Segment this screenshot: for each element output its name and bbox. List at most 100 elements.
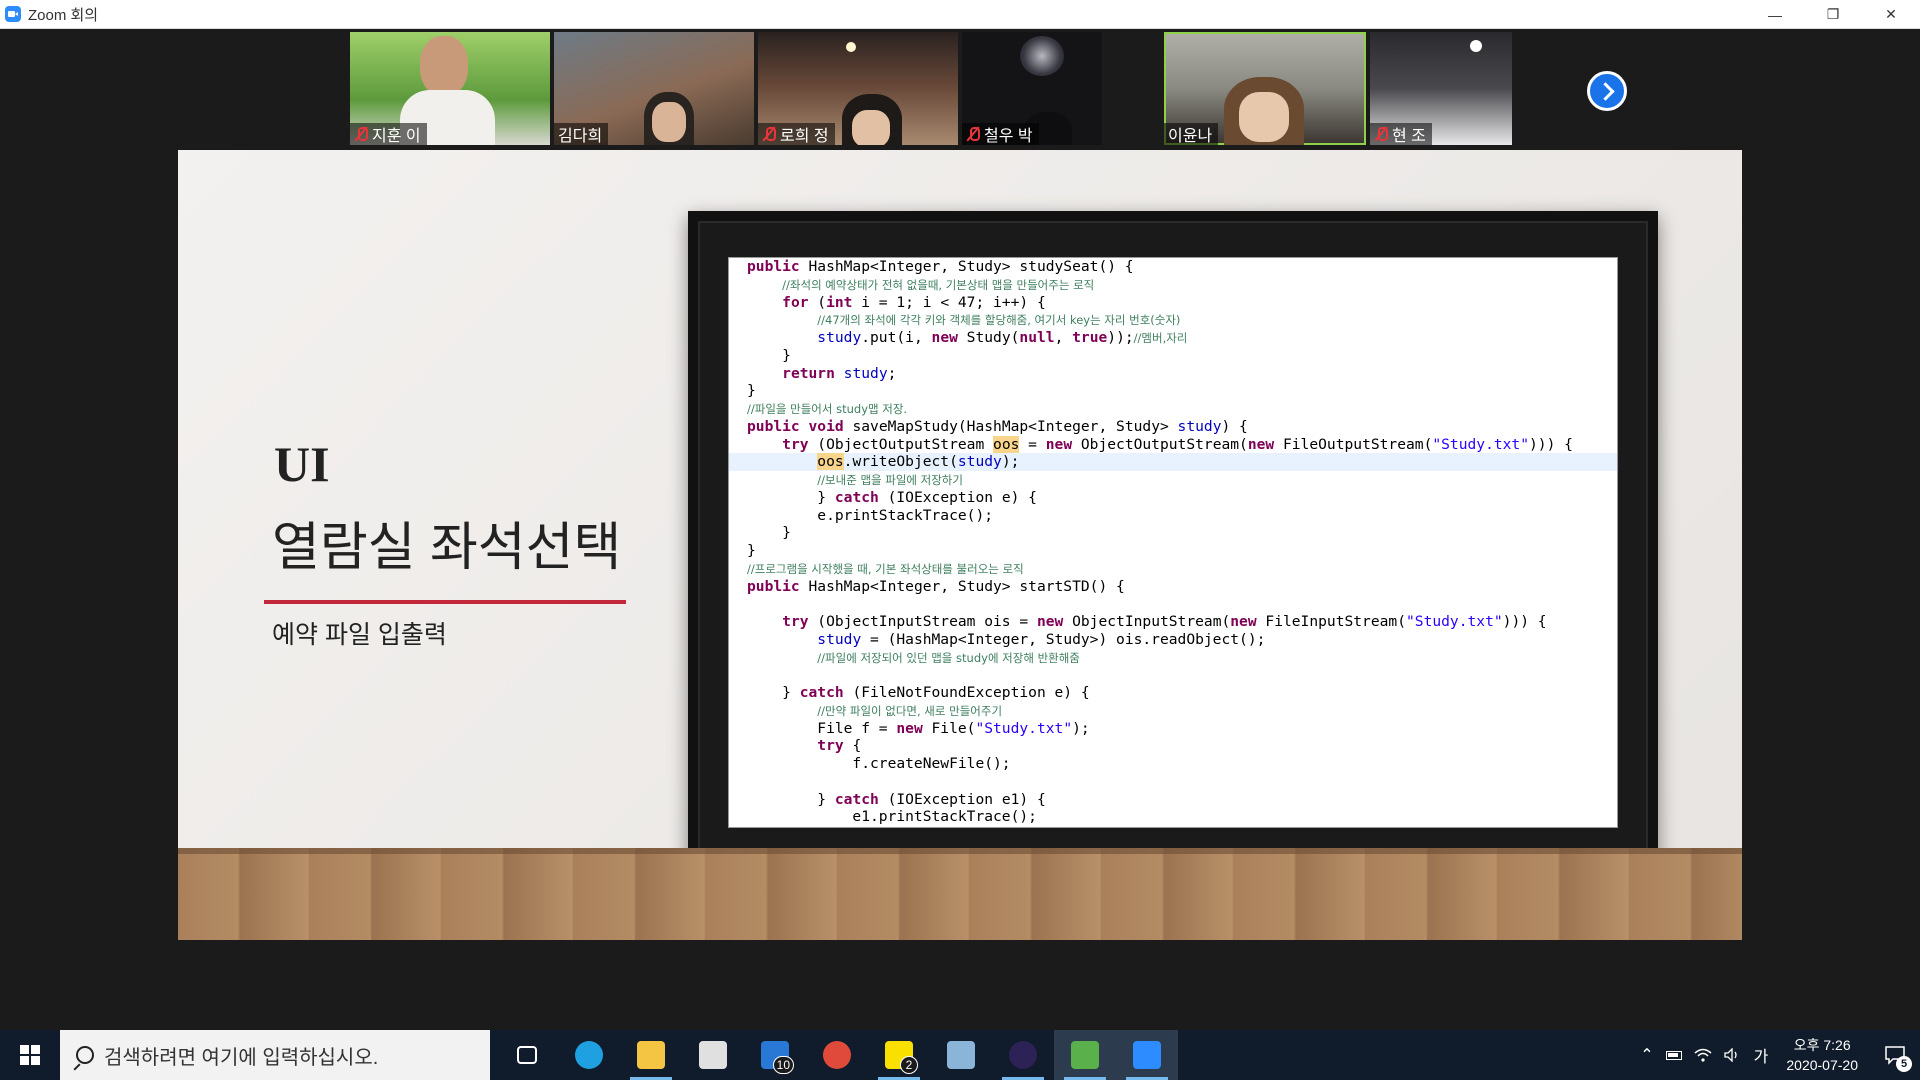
- slide-title: UI: [274, 436, 330, 492]
- notification-count-badge: 5: [1896, 1056, 1912, 1072]
- mail-taskbar-button[interactable]: 10: [744, 1030, 806, 1080]
- edge-taskbar-button[interactable]: [558, 1030, 620, 1080]
- code-line: //만약 파일이 없다면, 새로 만들어주기: [817, 703, 1003, 718]
- unread-count-badge: 2: [900, 1056, 918, 1074]
- restore-button[interactable]: ❐: [1804, 0, 1862, 29]
- edge-icon: [575, 1041, 603, 1069]
- store-icon: [699, 1041, 727, 1069]
- kakaotalk-taskbar-button[interactable]: 2: [868, 1030, 930, 1080]
- participant-strip: 지훈 이 김다희 로희 정 철우 박 이윤나 현 조: [0, 29, 1920, 150]
- taskbar-search[interactable]: 검색하려면 여기에 입력하십시오.: [60, 1030, 490, 1080]
- code-line: public HashMap<Integer, Study> startSTD(…: [747, 577, 1125, 595]
- close-button[interactable]: ✕: [1862, 0, 1920, 29]
- slide-divider: [264, 600, 626, 604]
- mic-muted-icon: [1374, 126, 1388, 142]
- code-line: public HashMap<Integer, Study> studySeat…: [747, 258, 1134, 275]
- system-tray: ⌃ 가 오후 7:26 2020-07-20 5: [1634, 1030, 1920, 1080]
- code-line: try (ObjectInputStream ois = new ObjectI…: [782, 613, 1547, 630]
- participant-name-bar: 이윤나: [1164, 123, 1219, 145]
- participant-tile[interactable]: 로희 정: [758, 32, 958, 145]
- participant-name: 철우 박: [984, 128, 1033, 145]
- next-page-button[interactable]: [1587, 71, 1627, 111]
- chrome-taskbar-button[interactable]: [806, 1030, 868, 1080]
- taskbar-apps: 10 2: [496, 1030, 1178, 1080]
- code-line: oos.writeObject(study);: [729, 453, 1617, 471]
- code-line: e1.printStackTrace();: [747, 808, 1037, 826]
- code-line: //파일에 저장되어 있던 맵을 study에 저장해 반환해줌: [817, 650, 1080, 665]
- wooden-floor: [178, 848, 1742, 940]
- participant-name-bar: 김다희: [554, 123, 609, 145]
- windows-icon: [20, 1045, 40, 1065]
- slide-subtitle: 열람실 좌석선택: [272, 519, 622, 577]
- taskbar-clock[interactable]: 오후 7:26 2020-07-20: [1774, 1035, 1870, 1075]
- code-line: } catch (FileNotFoundException e) {: [747, 684, 1090, 701]
- file-explorer-icon: [637, 1041, 665, 1069]
- eclipse-icon: [1009, 1041, 1037, 1069]
- window-titlebar: Zoom 회의 — ❐ ✕: [0, 0, 1920, 29]
- participant-name: 김다희: [558, 128, 603, 145]
- code-line: for (int i = 1; i < 47; i++) {: [782, 293, 1046, 311]
- code-block: public HashMap<Integer, Study> studySeat…: [729, 258, 1617, 826]
- clock-time: 오후 7:26: [1793, 1037, 1851, 1053]
- code-line: } catch (IOException e1) {: [747, 790, 1046, 808]
- unread-count-badge: 10: [772, 1056, 794, 1074]
- code-line: //좌석의 예약상태가 전혀 없을때, 기본상태 맵을 만들어주는 로직: [782, 277, 1095, 292]
- zoom-icon: [1133, 1041, 1161, 1069]
- code-line: return study;: [782, 364, 897, 382]
- code-line: File f = new File("Study.txt");: [747, 719, 1090, 737]
- code-line: } catch (IOException e) {: [747, 488, 1037, 506]
- notification-center-button[interactable]: 5: [1870, 1030, 1920, 1080]
- code-line: try {: [817, 737, 862, 755]
- eclipse-taskbar-button[interactable]: [992, 1030, 1054, 1080]
- notepad-taskbar-button[interactable]: [930, 1030, 992, 1080]
- participant-tile[interactable]: 지훈 이: [350, 32, 550, 145]
- search-placeholder: 검색하려면 여기에 입력하십시오.: [104, 1046, 379, 1069]
- code-line: }: [747, 382, 756, 400]
- participant-name: 현 조: [1392, 128, 1426, 145]
- volume-icon[interactable]: [1718, 1030, 1748, 1080]
- code-line: public void saveMapStudy(HashMap<Integer…: [747, 417, 1248, 435]
- mic-muted-icon: [354, 126, 368, 142]
- wifi-icon[interactable]: [1688, 1030, 1718, 1080]
- store-taskbar-button[interactable]: [682, 1030, 744, 1080]
- window-controls: — ❐ ✕: [1746, 0, 1920, 29]
- battery-icon[interactable]: [1660, 1030, 1688, 1080]
- picture-frame: public HashMap<Integer, Study> studySeat…: [688, 211, 1658, 873]
- code-line: }: [747, 346, 791, 364]
- participant-name-bar: 지훈 이: [350, 123, 427, 145]
- shared-screen-slide: UI 열람실 좌석선택 예약 파일 입출력 public HashMap<Int…: [178, 150, 1742, 940]
- participant-tile[interactable]: 철우 박: [962, 32, 1102, 145]
- ime-indicator[interactable]: 가: [1748, 1030, 1775, 1080]
- chrome-icon: [823, 1041, 851, 1069]
- code-screenshot: public HashMap<Integer, Study> studySeat…: [728, 257, 1618, 828]
- clock-date: 2020-07-20: [1786, 1057, 1858, 1073]
- window-title: Zoom 회의: [28, 6, 99, 24]
- start-button[interactable]: [0, 1030, 60, 1080]
- participant-tile-active-speaker[interactable]: 이윤나: [1164, 32, 1366, 145]
- participant-name-bar: 로희 정: [758, 123, 835, 145]
- search-icon: [76, 1046, 94, 1064]
- code-line: try (ObjectOutputStream oos = new Object…: [782, 435, 1573, 453]
- task-view-taskbar-button[interactable]: [496, 1030, 558, 1080]
- participant-name-bar: 철우 박: [962, 123, 1039, 145]
- mic-muted-icon: [762, 126, 776, 142]
- show-hidden-icons-chevron-icon[interactable]: ⌃: [1634, 1030, 1659, 1080]
- participant-name: 로희 정: [780, 128, 829, 145]
- code-line: //파일을 만들어서 study맵 저장.: [747, 402, 908, 416]
- bandicam-taskbar-button[interactable]: [1054, 1030, 1116, 1080]
- notepad-icon: [947, 1041, 975, 1069]
- code-line: f.createNewFile();: [747, 755, 1011, 772]
- participant-tile[interactable]: 김다희: [554, 32, 754, 145]
- participant-tile[interactable]: 현 조: [1370, 32, 1512, 145]
- code-line: //프로그램을 시작했을 때, 기본 좌석상태를 불러오는 로직: [747, 561, 1024, 576]
- code-line: }: [747, 524, 791, 542]
- zoom-taskbar-button[interactable]: [1116, 1030, 1178, 1080]
- participant-name: 지훈 이: [372, 128, 421, 145]
- file-explorer-taskbar-button[interactable]: [620, 1030, 682, 1080]
- minimize-button[interactable]: —: [1746, 0, 1804, 29]
- code-line: study = (HashMap<Integer, Study>) ois.re…: [817, 630, 1266, 648]
- mic-muted-icon: [966, 126, 980, 142]
- code-line: }: [747, 542, 756, 559]
